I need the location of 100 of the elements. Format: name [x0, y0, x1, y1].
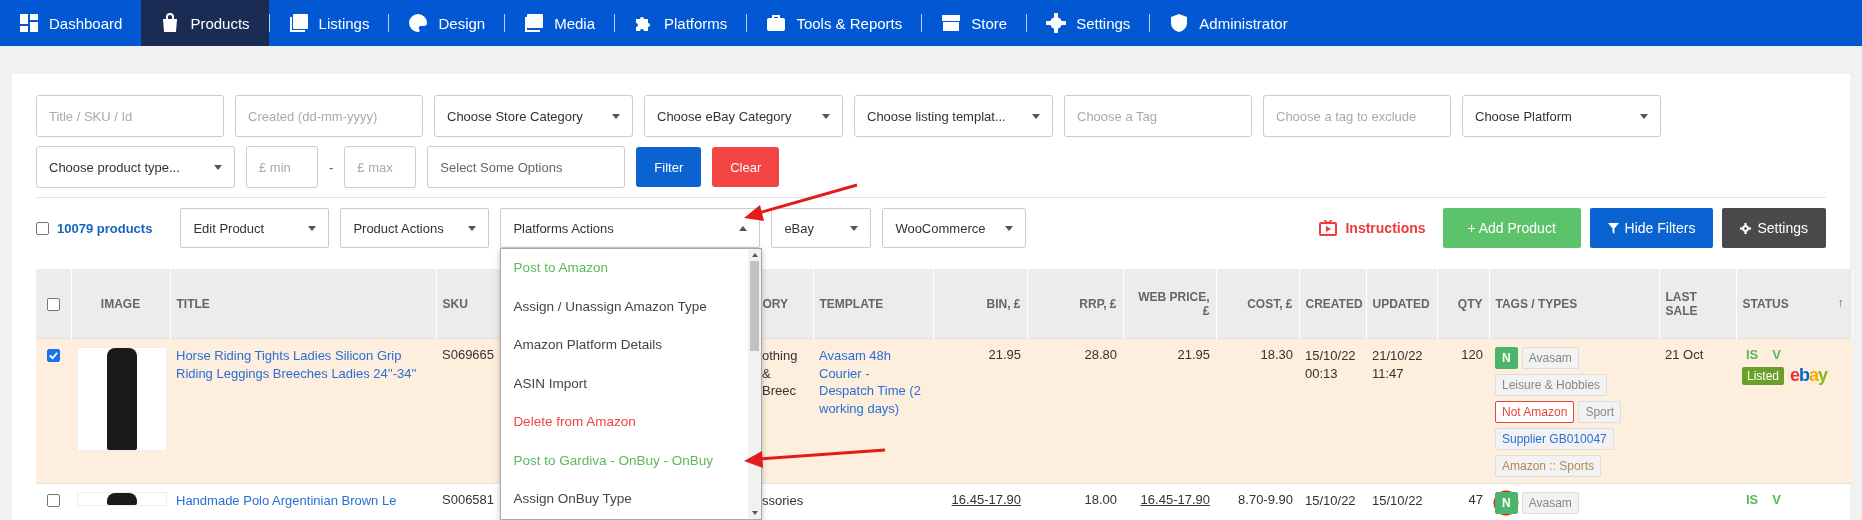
filter-input[interactable]: Title / SKU / Id [36, 95, 224, 137]
filter-select[interactable]: Choose Store Category [434, 95, 633, 137]
shield-icon [1169, 13, 1190, 33]
nav-tab[interactable]: Dashboard [0, 0, 142, 46]
video-icon [1319, 220, 1338, 236]
column-header: CREATED [1305, 296, 1363, 311]
column-header: QTY [1457, 296, 1483, 311]
nav-tab[interactable]: Products [141, 0, 269, 46]
hide-filters-button[interactable]: Hide Filters [1589, 208, 1714, 248]
settings-icon [1740, 222, 1752, 234]
quantity: 120 [1461, 347, 1483, 362]
action-menu-select[interactable]: eBay [771, 208, 872, 248]
settings-button[interactable]: Settings [1722, 208, 1826, 248]
filter-select[interactable]: Choose product type... [36, 146, 235, 188]
column-header: WEB PRICE, £ [1138, 289, 1210, 318]
tag-badge: N [1495, 492, 1518, 514]
image-icon [524, 13, 545, 33]
nav-tab[interactable]: Listings [269, 0, 389, 46]
caret-icon [822, 113, 830, 119]
column-header: TEMPLATE [819, 296, 884, 311]
multi-select-field[interactable]: Select Some Options [427, 146, 626, 188]
category-text: ssories [762, 492, 804, 510]
range-dash: - [329, 159, 334, 175]
action-menu-select[interactable]: WooCommerce [882, 208, 1027, 248]
product-title-link[interactable]: Handmade Polo Argentinian Brown Le [176, 492, 397, 510]
filter-icon [1607, 222, 1619, 234]
store-icon [941, 13, 962, 33]
sku-text: S069665 [442, 347, 495, 362]
list-icon [288, 13, 309, 33]
ebay-logo: ebay [1790, 365, 1828, 386]
caret-icon [739, 225, 748, 231]
nav-tab[interactable]: Settings [1027, 0, 1150, 46]
tag-badge: Supplier GB010047 [1495, 428, 1614, 450]
row-checkbox[interactable] [47, 349, 60, 363]
cost-price: 18.30 [1260, 347, 1293, 362]
price-input[interactable]: £ max [344, 146, 417, 188]
rrp-price: 28.80 [1084, 347, 1117, 362]
dropdown-item[interactable]: ASIN Import [501, 364, 749, 403]
action-menu-select[interactable]: Edit Product [180, 208, 330, 248]
category-text: othing & Breec [762, 347, 799, 400]
filter-select[interactable]: Choose listing templat... [854, 95, 1053, 137]
caret-icon [612, 113, 620, 119]
price-input[interactable]: £ min [246, 146, 318, 188]
status-code: IS [1746, 347, 1759, 362]
column-header: TITLE [176, 296, 210, 311]
dropdown-item[interactable]: Assign OnBuy Type [501, 480, 749, 519]
filter-select[interactable]: Choose Platform [1462, 95, 1661, 137]
tag-badge: Avasam [1521, 347, 1579, 369]
tag-badge: Leisure & Hobbies [1495, 374, 1608, 396]
dropdown-item[interactable]: Assign / Unassign Amazon Type [501, 287, 749, 326]
instructions-link[interactable]: Instructions [1319, 220, 1426, 236]
quantity: 47 [1468, 492, 1483, 507]
tag-badge: N [1495, 347, 1518, 369]
caret-icon [850, 225, 859, 231]
caret-icon [1005, 225, 1014, 231]
nav-tab[interactable]: Tools & Reports [747, 0, 922, 46]
cost-price: 8.70-9.90 [1238, 492, 1293, 507]
created-date: 15/10/22 [1305, 492, 1356, 510]
caret-icon [1032, 113, 1040, 119]
tag-badge: Sport [1578, 401, 1622, 423]
status-code: V [1772, 347, 1781, 362]
clear-button[interactable]: Clear [712, 147, 780, 187]
nav-tab[interactable]: Media [505, 0, 614, 46]
column-header: ORY [762, 296, 789, 311]
dropdown-item[interactable]: Delete from Amazon [501, 403, 749, 442]
row-checkbox[interactable] [47, 494, 60, 508]
bin-price: 21.95 [988, 347, 1021, 362]
dashboard-icon [19, 13, 39, 33]
nav-tab[interactable]: Platforms [615, 0, 747, 46]
filter-input[interactable]: Choose a Tag [1064, 95, 1252, 137]
product-count: 10079 products [57, 220, 153, 236]
listed-badge: Listed [1742, 366, 1785, 385]
column-header: TAGS / TYPES [1495, 296, 1578, 311]
select-all-rows-checkbox[interactable] [46, 297, 60, 311]
web-price: 16.45-17.90 [1140, 492, 1210, 507]
filter-button[interactable]: Filter [636, 147, 702, 187]
select-all-checkbox[interactable] [36, 221, 49, 235]
caret-icon [1640, 113, 1648, 119]
caret-icon [214, 164, 222, 170]
updated-date: 21/10/22 11:47 [1372, 347, 1424, 383]
status-code: V [1772, 492, 1781, 507]
nav-tab[interactable]: Design [389, 0, 505, 46]
dropdown-item[interactable]: Amazon Platform Details [501, 326, 749, 365]
caret-icon [308, 225, 317, 231]
nav-tab[interactable]: Store [922, 0, 1027, 46]
action-menu-select[interactable]: Product Actions [340, 208, 490, 248]
sku-text: S006581 [442, 492, 495, 507]
filter-input[interactable]: Created (dd-mm-yyyy) [235, 95, 423, 137]
tag-badge: Amazon :: Sports [1495, 455, 1602, 477]
filter-select[interactable]: Choose eBay Category [644, 95, 843, 137]
caret-icon [468, 225, 477, 231]
nav-tab[interactable]: Administrator [1150, 0, 1307, 46]
column-header: BIN, £ [986, 296, 1021, 311]
filter-input[interactable]: Choose a tag to exclude [1263, 95, 1451, 137]
sort-arrow[interactable]: ↑ [1837, 296, 1844, 310]
scrollbar[interactable] [748, 249, 762, 519]
status-code: IS [1746, 492, 1759, 507]
rrp-price: 18.00 [1084, 492, 1117, 507]
created-date: 15/10/22 00:13 [1305, 347, 1357, 383]
column-header: COST, £ [1247, 296, 1293, 311]
